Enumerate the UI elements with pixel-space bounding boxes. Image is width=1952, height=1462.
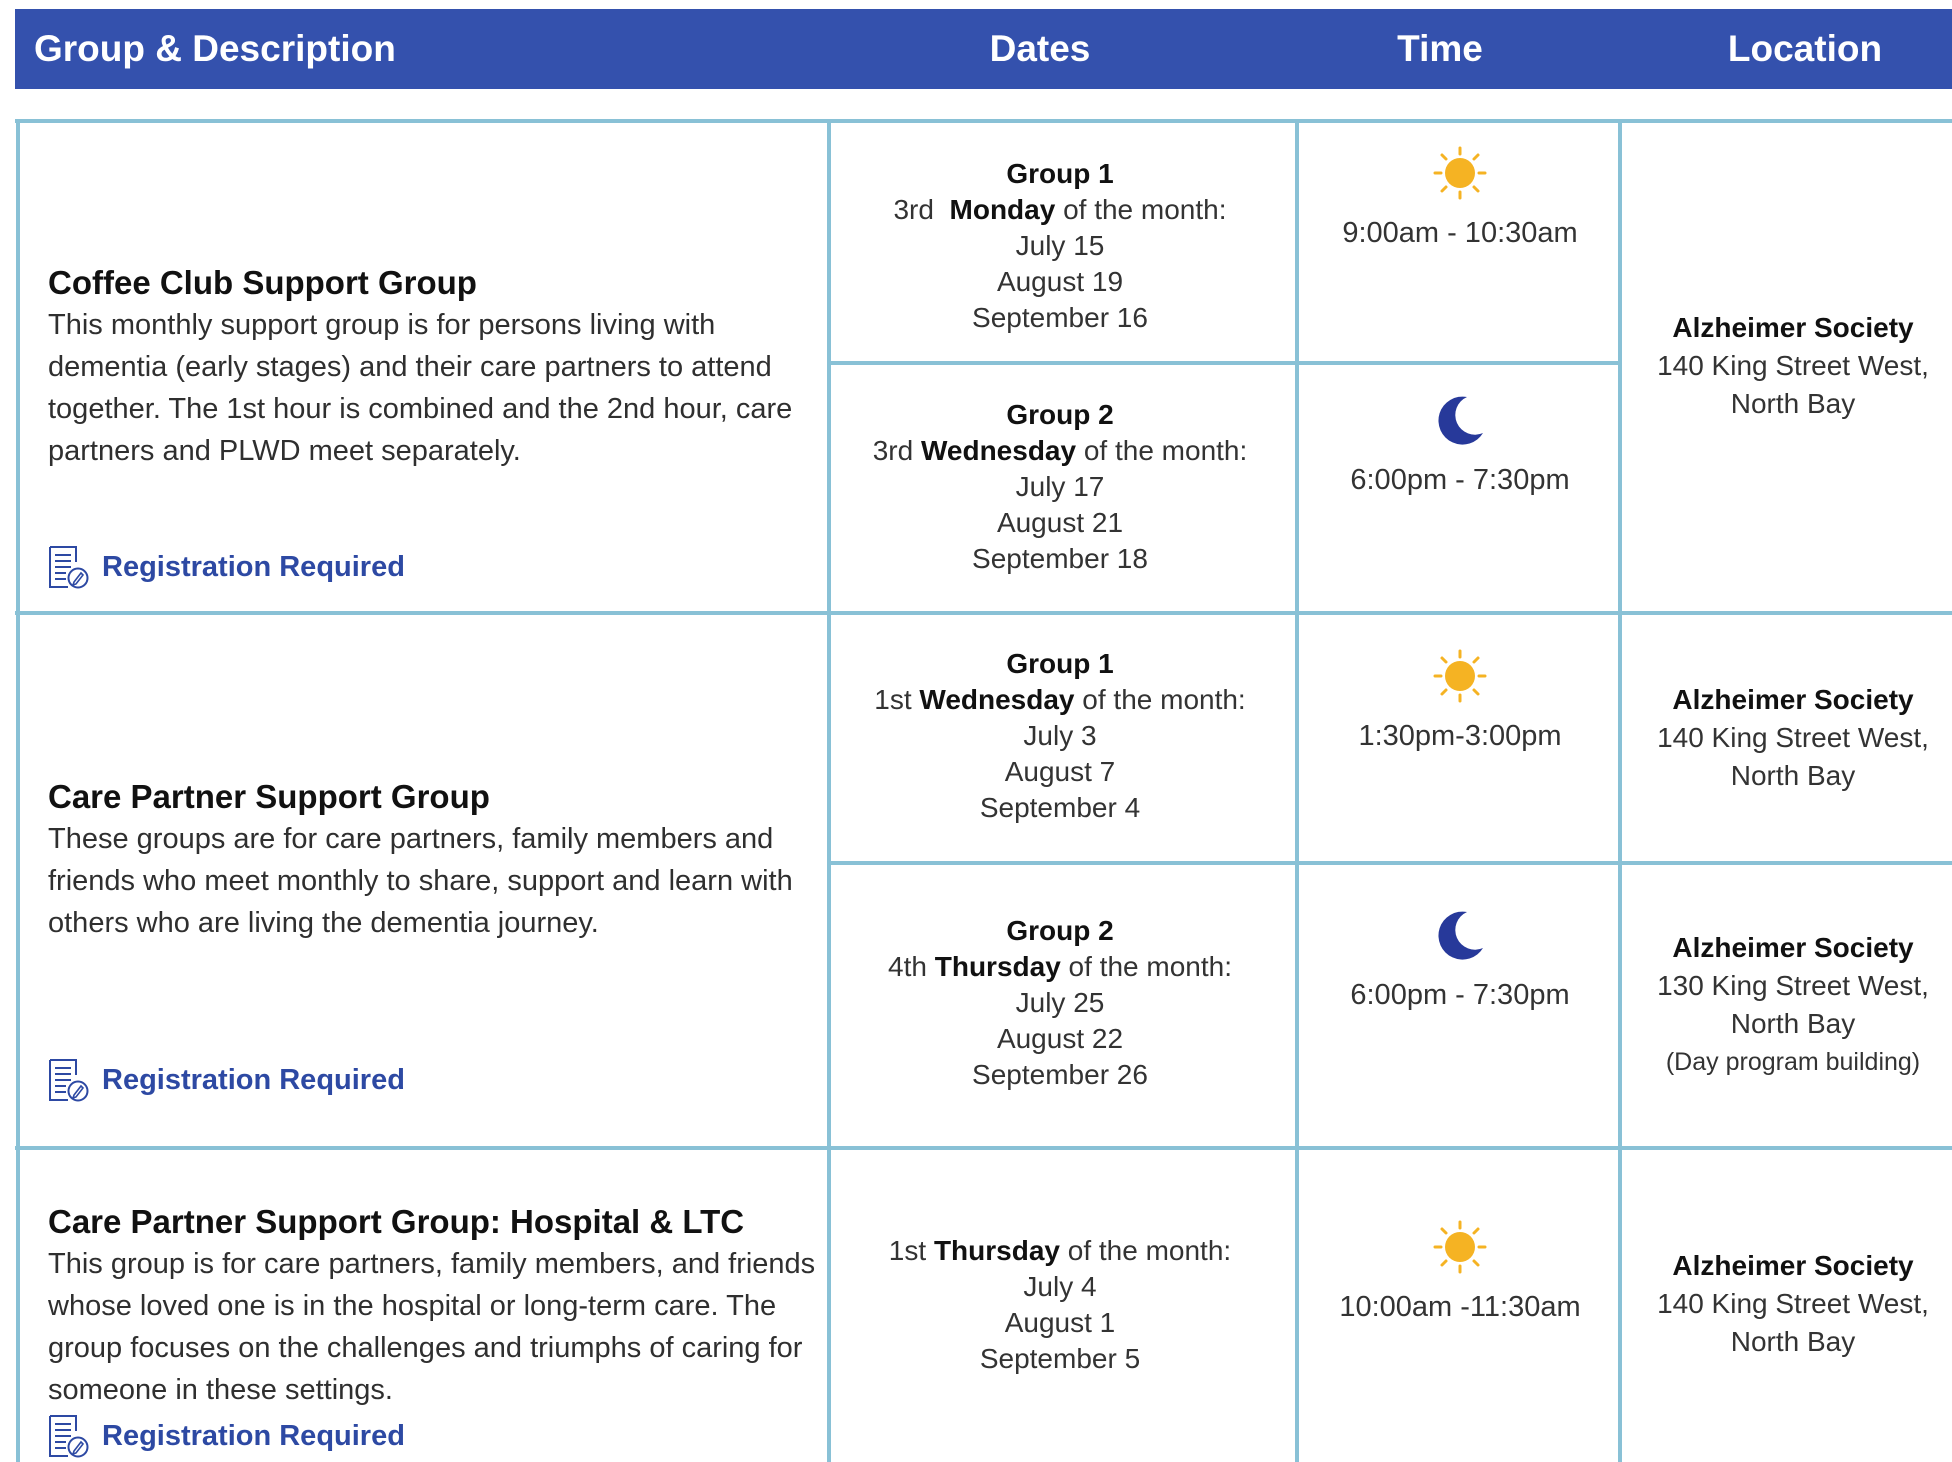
date-item: September 18 [972,543,1148,574]
location-care-partner-group-2: Alzheimer Society 130 King Street West, … [1623,929,1952,1081]
grid-line-row1-bottom [15,611,1952,615]
time-range: 6:00pm - 7:30pm [1350,979,1570,1011]
grid-line-top [15,119,1952,123]
date-item: September 16 [972,302,1148,333]
sun-icon [1433,1220,1487,1274]
location-care-partner-group-1: Alzheimer Society 140 King Street West, … [1623,681,1952,795]
date-item: September 5 [979,1343,1141,1374]
dates-hospital-ltc: 1st Thursday of the month: July 4 August… [835,1233,1285,1377]
location-city: North Bay [1730,1326,1856,1357]
location-address: 140 King Street West, [1657,722,1929,753]
location-org: Alzheimer Society [1672,684,1914,715]
location-address: 140 King Street West, [1657,350,1929,381]
time-range: 9:00am - 10:30am [1342,217,1578,249]
date-item: August 1 [1004,1307,1116,1338]
date-item: July 25 [1015,987,1105,1018]
location-city: North Bay [1730,388,1856,419]
date-item: August 19 [996,266,1124,297]
date-item: September 26 [972,1059,1148,1090]
location-org: Alzheimer Society [1672,932,1914,963]
schedule-line: 3rd Wednesday of the month: [872,435,1248,466]
registration-required-label[interactable]: Registration Required [102,551,405,584]
header-group-description: Group & Description [34,28,396,69]
grid-line-col1 [827,119,831,1462]
dates-care-partner-group-1: Group 1 1st Wednesday of the month: July… [835,646,1285,826]
registration-form-icon [49,1059,89,1102]
group-title: Care Partner Support Group: Hospital & L… [48,1203,745,1240]
time-range: 10:00am -11:30am [1339,1291,1581,1323]
group-description-care-partner: Care Partner Support Group These groups … [48,776,818,944]
group-label: Group 1 [1006,158,1114,189]
time-coffee-club-group-1: 9:00am - 10:30am [1300,145,1620,253]
dates-coffee-club-group-2: Group 2 3rd Wednesday of the month: July… [835,397,1285,577]
schedule-line: 3rd Monday of the month: [893,194,1227,225]
time-care-partner-group-2: 6:00pm - 7:30pm [1300,907,1620,1015]
group-title: Coffee Club Support Group [48,264,477,301]
date-item: August 22 [996,1023,1124,1054]
time-care-partner-group-1: 1:30pm-3:00pm [1300,648,1620,756]
group-label: Group 2 [1006,915,1114,946]
grid-line-left [16,119,20,1462]
registration-required-label[interactable]: Registration Required [102,1420,405,1453]
group-description-text: This group is for care partners, family … [48,1248,816,1406]
location-city: North Bay [1730,760,1856,791]
dates-coffee-club-group-1: Group 1 3rd Monday of the month: July 15… [835,156,1285,336]
location-org: Alzheimer Society [1672,1250,1914,1281]
location-coffee-club: Alzheimer Society 140 King Street West, … [1623,309,1952,423]
location-city: North Bay [1730,1008,1856,1039]
location-address: 140 King Street West, [1657,1288,1929,1319]
location-address: 130 King Street West, [1657,970,1929,1001]
dates-care-partner-group-2: Group 2 4th Thursday of the month: July … [835,913,1285,1093]
date-item: July 15 [1015,230,1105,261]
header-time: Time [1397,28,1483,69]
moon-icon [1438,396,1483,445]
time-range: 6:00pm - 7:30pm [1350,464,1570,496]
grid-line-row2-bottom [15,1146,1952,1150]
table-header: Group & Description Dates Time Location [15,9,1952,89]
location-note: (Day program building) [1665,1048,1921,1076]
registration-required-label[interactable]: Registration Required [102,1064,405,1097]
schedule-line: 1st Thursday of the month: [888,1235,1232,1266]
date-item: August 21 [996,507,1124,538]
sun-icon [1433,146,1487,200]
schedule-line: 4th Thursday of the month: [888,951,1232,982]
header-location: Location [1727,28,1883,69]
registration-form-icon [49,546,89,589]
schedule-line: 1st Wednesday of the month: [874,684,1246,715]
date-item: July 4 [1023,1271,1097,1302]
group-description-hospital-ltc: Care Partner Support Group: Hospital & L… [48,1201,818,1411]
location-org: Alzheimer Society [1672,312,1914,343]
group-label: Group 1 [1006,648,1114,679]
grid-line-col2 [1295,119,1299,1462]
group-title: Care Partner Support Group [48,778,490,815]
date-item: September 4 [979,792,1141,823]
date-item: August 7 [1004,756,1116,787]
grid-line-row1-sub [830,361,1620,365]
moon-icon [1438,911,1483,960]
grid-line-row2-sub [830,861,1952,865]
registration-required-link[interactable]: Registration Required [46,544,405,590]
registration-required-link[interactable]: Registration Required [46,1413,405,1459]
registration-required-link[interactable]: Registration Required [46,1057,405,1103]
date-item: July 3 [1023,720,1097,751]
time-range: 1:30pm-3:00pm [1358,720,1562,752]
registration-form-icon [49,1415,89,1458]
group-description-text: These groups are for care partners, fami… [48,823,793,939]
group-description-coffee-club: Coffee Club Support Group This monthly s… [48,262,818,472]
group-label: Group 2 [1006,399,1114,430]
time-hospital-ltc: 10:00am -11:30am [1300,1219,1620,1327]
time-coffee-club-group-2: 6:00pm - 7:30pm [1300,392,1620,500]
group-description-text: This monthly support group is for person… [48,309,793,467]
location-hospital-ltc: Alzheimer Society 140 King Street West, … [1623,1247,1952,1361]
header-dates: Dates [989,28,1091,69]
sun-icon [1433,649,1487,703]
date-item: July 17 [1015,471,1105,502]
